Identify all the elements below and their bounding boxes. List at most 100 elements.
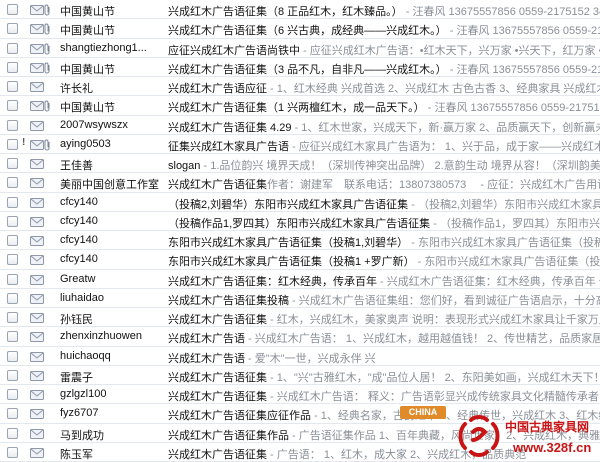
- message-subject[interactable]: 兴成红木广告语征集：红木经典，传承百年 - 兴成红木广告语征集：红木经典，传承百…: [168, 273, 600, 288]
- message-row[interactable]: Greatw 兴成红木广告语征集：红木经典，传承百年 - 兴成红木广告语征集：红木…: [0, 269, 600, 289]
- sender-name[interactable]: cfcy140: [60, 215, 165, 227]
- message-subject[interactable]: 兴成红木广告语征集应征作品 - 1、经典名家，古韵红木 2、经典传世，兴成红木 …: [168, 407, 600, 422]
- sender-name[interactable]: cfcy140: [60, 196, 165, 208]
- sender-name[interactable]: 中国黄山节: [60, 22, 165, 37]
- message-row[interactable]: 许长礼 兴成红木广告语应征 - 1、红木经典 兴成首选 2、兴成红木 古色古香 3…: [0, 77, 600, 97]
- row-checkbox[interactable]: [7, 196, 18, 208]
- row-checkbox[interactable]: [7, 138, 18, 150]
- row-checkbox[interactable]: [7, 119, 18, 131]
- sender-name[interactable]: 王佳善: [60, 157, 165, 172]
- message-row[interactable]: huichaoqq 兴成红木广告语 - 爱"木"一世，兴成永伴 兴: [0, 346, 600, 366]
- row-checkbox[interactable]: [7, 215, 18, 227]
- message-row[interactable]: 孙钰民 兴成红木广告语征集 - 红木，兴成红木，美家奥声 说明：表现形式兴成红木家…: [0, 308, 600, 328]
- message-row[interactable]: cfcy140 东阳市兴成红木家具广告语征集（投稿1 +罗广新） - 东阳市兴成红…: [0, 250, 600, 270]
- row-checkbox[interactable]: [7, 389, 18, 400]
- message-subject[interactable]: 兴成红木广告语征集（6 兴古典，成经典——兴成红木。） - 汪春风 136755…: [168, 22, 600, 37]
- message-subject[interactable]: slogan - 1.品位韵兴 境界天成！（深圳传神突出品牌） 2.意韵生动 境…: [168, 157, 600, 172]
- row-checkbox[interactable]: [7, 369, 18, 381]
- sender-name[interactable]: liuhaidao: [60, 292, 165, 304]
- message-subject[interactable]: 兴成红木广告语征集 - 1、"兴"古雅红木，"成"品位人居！ 2、东阳美如画，兴…: [168, 369, 600, 384]
- sender-name[interactable]: 中国黄山节: [60, 3, 165, 18]
- message-subject[interactable]: 兴成红木广告语征集 4.29 - 1、红木世家，兴成天下，新·赢万家 2、品质赢…: [168, 119, 600, 134]
- message-subject[interactable]: 兴成红木广告语征集作品 - 广告语征集作品 1、百年典藏，风尚世家；2、兴成红木…: [168, 427, 600, 442]
- message-row[interactable]: cfcy140 （投稿作品1,罗四其）东阳市兴成红木家具广告语征集 - （投稿作品…: [0, 211, 600, 231]
- preview-text: - 兴成红木广告语征集组：您们好，看到诚征广告语启示，十分高兴，一直从事商品宣: [292, 294, 600, 307]
- message-subject[interactable]: 兴成红木广告语征集（1 兴两檀红木，成一品天下。） - 汪春风 13675557…: [168, 99, 600, 114]
- row-checkbox[interactable]: [7, 273, 18, 285]
- row-checkbox[interactable]: [7, 177, 18, 189]
- message-row[interactable]: 中国黄山节 兴成红木广告语征集（6 兴古典，成经典——兴成红木。） - 汪春风 1…: [0, 19, 600, 39]
- envelope-icon: [30, 139, 44, 150]
- message-subject[interactable]: 兴成红木广告语 - 兴成红木广告语： 1、兴成红木，越用越值钱！ 2、传世精艺，…: [168, 330, 600, 345]
- row-checkbox[interactable]: [7, 427, 18, 439]
- sender-name[interactable]: 雷震子: [60, 369, 165, 384]
- message-subject[interactable]: （投稿作品1,罗四其）东阳市兴成红木家具广告语征集 - （投稿作品1，罗四其）东…: [168, 215, 600, 230]
- envelope-icon: [30, 197, 44, 208]
- message-row[interactable]: 雷震子 兴成红木广告语征集 - 1、"兴"古雅红木，"成"品位人居！ 2、东阳美如…: [0, 365, 600, 385]
- message-subject[interactable]: 兴成红木广告语征集投稿 - 兴成红木广告语征集组：您们好，看到诚征广告语启示，十…: [168, 292, 600, 307]
- message-subject[interactable]: 兴成红木广告语 - 爱"木"一世，兴成永伴 兴: [168, 350, 600, 365]
- row-checkbox[interactable]: [7, 4, 18, 15]
- message-row[interactable]: gzlgzl100 兴成红木广告语征集 - 兴成红木广告语： 释义：广告语彰显兴成…: [0, 385, 600, 405]
- sender-name[interactable]: 2007wsywszx: [60, 119, 165, 131]
- message-row[interactable]: 2007wsywszx 兴成红木广告语征集 4.29 - 1、红木世家，兴成天下，…: [0, 115, 600, 135]
- row-checkbox[interactable]: [7, 350, 18, 362]
- sender-name[interactable]: 孙钰民: [60, 311, 165, 326]
- sender-name[interactable]: 美丽中国创意工作室: [60, 176, 165, 191]
- sender-name[interactable]: fyz6707: [60, 407, 165, 419]
- sender-name[interactable]: cfcy140: [60, 234, 165, 246]
- message-row[interactable]: 美丽中国创意工作室 兴成红木广告语征集作者：谢建军 联系电话：1380738057…: [0, 173, 600, 193]
- message-row[interactable]: ! aying0503 征集兴成红木家具广告语 - 应征兴成红木家具广告语为： 1、…: [0, 134, 600, 154]
- row-checkbox[interactable]: [7, 235, 18, 246]
- sender-name[interactable]: 马到成功: [60, 427, 165, 442]
- message-subject[interactable]: 征集兴成红木家具广告语 - 应征兴成红木家具广告语为： 1、兴于品，成于家——兴…: [168, 138, 600, 153]
- sender-name[interactable]: shangtiezhong1...: [60, 42, 165, 54]
- sender-name[interactable]: 中国黄山节: [60, 99, 165, 114]
- subject-text: 兴成红木广告语征集: [168, 371, 267, 384]
- message-row[interactable]: cfcy140 （投稿2,刘碧华）东阳市兴成红木家具广告语征集 - （投稿2,刘碧…: [0, 192, 600, 212]
- sender-name[interactable]: aying0503: [60, 138, 165, 150]
- row-checkbox[interactable]: [7, 331, 18, 343]
- message-row[interactable]: cfcy140 东阳市兴成红木家具广告语征集（投稿1,刘碧华） - 东阳市兴成红木…: [0, 231, 600, 251]
- sender-name[interactable]: cfcy140: [60, 253, 165, 265]
- row-checkbox[interactable]: [7, 81, 18, 92]
- message-row[interactable]: liuhaidao 兴成红木广告语征集投稿 - 兴成红木广告语征集组：您们好，看到…: [0, 288, 600, 308]
- sender-name[interactable]: Greatw: [60, 273, 165, 285]
- message-subject[interactable]: 兴成红木广告语征集 - 广告语： 1、红木，成大家 2、兴成红木，品质典范: [168, 446, 600, 461]
- message-row[interactable]: 王佳善 slogan - 1.品位韵兴 境界天成！（深圳传神突出品牌） 2.意韵生…: [0, 154, 600, 174]
- message-row[interactable]: 中国黄山节 兴成红木广告语征集（1 兴两檀红木，成一品天下。） - 汪春风 136…: [0, 96, 600, 116]
- row-checkbox[interactable]: [7, 42, 18, 54]
- message-subject[interactable]: （投稿2,刘碧华）东阳市兴成红木家具广告语征集 - （投稿2,刘碧华）东阳市兴成…: [168, 196, 600, 211]
- sender-name[interactable]: 陈玉军: [60, 446, 165, 461]
- message-subject[interactable]: 兴成红木广告语征集 - 红木，兴成红木，美家奥声 说明：表现形式兴成红木家具让千…: [168, 311, 600, 326]
- message-row[interactable]: 马到成功 兴成红木广告语征集作品 - 广告语征集作品 1、百年典藏，风尚世家；2、…: [0, 423, 600, 443]
- message-subject[interactable]: 兴成红木广告语征集 - 兴成红木广告语： 释义：广告语彰显兴成传统家具文化精髓传…: [168, 388, 600, 403]
- row-checkbox[interactable]: [7, 158, 18, 169]
- row-checkbox[interactable]: [7, 446, 18, 458]
- message-subject[interactable]: 东阳市兴成红木家具广告语征集（投稿1,刘碧华） - 东阳市兴成红木家具广告语征集…: [168, 234, 600, 249]
- message-subject[interactable]: 兴成红木广告语征集（3 品不凡，自非凡——兴成红木。） - 汪春风 136755…: [168, 61, 600, 76]
- message-subject[interactable]: 东阳市兴成红木家具广告语征集（投稿1 +罗广新） - 东阳市兴成红木家具广告语征…: [168, 253, 600, 268]
- message-row[interactable]: 中国黄山节 兴成红木广告语征集（3 品不凡，自非凡——兴成红木。） - 汪春风 1…: [0, 57, 600, 77]
- message-row[interactable]: fyz6707 兴成红木广告语征集应征作品 - 1、经典名家，古韵红木 2、经典传…: [0, 404, 600, 424]
- sender-name[interactable]: zhenxinzhuowen: [60, 330, 165, 342]
- message-subject[interactable]: 兴成红木广告语征集（8 正品红木，红木臻品。） - 汪春风 1367555785…: [168, 3, 600, 18]
- sender-name[interactable]: gzlgzl100: [60, 388, 165, 400]
- row-checkbox[interactable]: [7, 100, 18, 112]
- message-row[interactable]: 陈玉军 兴成红木广告语征集 - 广告语： 1、红木，成大家 2、兴成红木，品质典范: [0, 442, 600, 462]
- row-checkbox[interactable]: [7, 61, 18, 73]
- row-checkbox[interactable]: [7, 23, 18, 35]
- sender-name[interactable]: 许长礼: [60, 80, 165, 95]
- message-subject[interactable]: 应征兴成红木广告语尚铁中 - 应征兴成红木广告语：•红木天下，兴万家 •兴天下，…: [168, 42, 600, 57]
- sender-name[interactable]: 中国黄山节: [60, 61, 165, 76]
- message-subject[interactable]: 兴成红木广告语应征 - 1、红木经典 兴成首选 2、兴成红木 古色古香 3、经典…: [168, 80, 600, 95]
- message-row[interactable]: shangtiezhong1... 应征兴成红木广告语尚铁中 - 应征兴成红木广告…: [0, 38, 600, 58]
- sender-name[interactable]: huichaoqq: [60, 350, 165, 362]
- row-checkbox[interactable]: [7, 408, 18, 420]
- message-subject[interactable]: 兴成红木广告语征集作者：谢建军 联系电话：13807380573 - 应征：兴成…: [168, 176, 600, 191]
- message-row[interactable]: zhenxinzhuowen 兴成红木广告语 - 兴成红木广告语： 1、兴成红木，…: [0, 327, 600, 347]
- row-checkbox[interactable]: [7, 254, 18, 266]
- message-row[interactable]: 中国黄山节 兴成红木广告语征集（8 正品红木，红木臻品。） - 汪春风 13675…: [0, 0, 600, 20]
- row-checkbox[interactable]: [7, 312, 18, 323]
- row-checkbox[interactable]: [7, 292, 18, 304]
